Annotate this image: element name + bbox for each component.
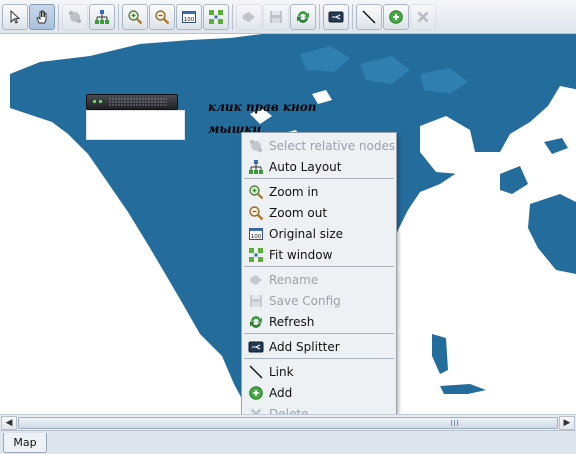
zoom-in-button[interactable] <box>122 3 148 30</box>
context-menu: Select relative nodes Auto Layout Zoom i… <box>241 132 397 424</box>
splitter-icon <box>328 11 344 22</box>
menu-item-save-config[interactable]: Save Config <box>243 290 395 311</box>
pan-tool-button[interactable] <box>29 3 55 30</box>
fit-window-icon <box>249 247 263 262</box>
zoom-out-icon <box>155 9 170 24</box>
menu-item-zoom-in[interactable]: Zoom in <box>243 181 395 202</box>
menu-item-add[interactable]: Add <box>243 382 395 403</box>
menu-item-original-size[interactable]: 100 Original size <box>243 223 395 244</box>
menu-item-fit-window[interactable]: Fit window <box>243 244 395 265</box>
toolbar-separator <box>232 3 233 30</box>
menu-item-add-splitter[interactable]: Add Splitter <box>243 336 395 357</box>
menu-item-label: Auto Layout <box>269 159 342 174</box>
rename-button[interactable] <box>236 3 262 30</box>
auto-layout-button[interactable] <box>89 3 115 30</box>
add-button[interactable] <box>383 3 409 30</box>
add-icon <box>249 385 263 400</box>
fit-window-button[interactable] <box>203 3 229 30</box>
menu-item-rename[interactable]: Rename <box>243 269 395 290</box>
menu-item-label: Fit window <box>269 247 333 262</box>
bottom-tab-bar: Map <box>0 430 576 454</box>
device-label <box>86 110 185 140</box>
original-size-icon: 100 <box>182 10 196 23</box>
menu-item-label: Refresh <box>269 314 315 329</box>
scrollbar-thumb[interactable] <box>18 417 558 429</box>
save-config-button[interactable] <box>263 3 289 30</box>
refresh-icon <box>250 315 262 328</box>
rename-icon <box>243 11 255 22</box>
menu-item-label: Save Config <box>269 293 341 308</box>
select-relative-nodes-button[interactable] <box>62 3 88 30</box>
toolbar-separator <box>352 3 353 30</box>
arrow-pointer-icon <box>10 9 21 24</box>
menu-item-label: Link <box>269 364 294 379</box>
save-icon <box>250 294 262 307</box>
relative-nodes-icon <box>68 10 82 23</box>
toolbar-separator <box>58 3 59 30</box>
save-icon <box>270 10 282 23</box>
tab-map[interactable]: Map <box>3 433 47 453</box>
menu-item-label: Original size <box>269 226 344 241</box>
refresh-button[interactable] <box>290 3 316 30</box>
menu-item-label: Zoom in <box>269 184 319 199</box>
original-size-icon: 100 <box>249 227 263 240</box>
fit-window-icon <box>209 9 223 24</box>
menu-separator <box>244 333 394 334</box>
zoom-out-icon <box>249 205 264 220</box>
network-device-node[interactable] <box>86 94 185 140</box>
tree-layout-icon <box>249 159 263 174</box>
select-tool-button[interactable] <box>2 3 28 30</box>
toolbar-separator <box>319 3 320 30</box>
zoom-in-icon <box>249 184 264 199</box>
menu-item-label: Select relative nodes <box>269 138 396 153</box>
menu-item-label: Zoom out <box>269 205 328 220</box>
menu-item-label: Add <box>269 385 293 400</box>
refresh-icon <box>297 10 309 23</box>
svg-text:100: 100 <box>251 234 262 240</box>
menu-separator <box>244 358 394 359</box>
original-size-button[interactable]: 100 <box>176 3 202 30</box>
relative-nodes-icon <box>249 139 263 152</box>
horizontal-scrollbar[interactable]: ◀ ▶ <box>0 414 576 430</box>
link-line-icon <box>362 10 376 23</box>
splitter-icon <box>248 341 264 352</box>
hand-icon <box>36 10 47 23</box>
delete-icon <box>417 11 429 22</box>
rename-icon <box>250 274 262 285</box>
scroll-right-arrow-icon[interactable]: ▶ <box>559 416 575 430</box>
scrollbar-grip <box>451 420 459 426</box>
menu-separator <box>244 178 394 179</box>
menu-separator <box>244 266 394 267</box>
zoom-out-button[interactable] <box>149 3 175 30</box>
scroll-left-arrow-icon[interactable]: ◀ <box>1 416 17 430</box>
svg-text:100: 100 <box>184 17 195 23</box>
add-splitter-button[interactable] <box>323 3 349 30</box>
tree-layout-icon <box>95 9 109 24</box>
link-button[interactable] <box>356 3 382 30</box>
menu-item-link[interactable]: Link <box>243 361 395 382</box>
menu-item-refresh[interactable]: Refresh <box>243 311 395 332</box>
zoom-in-icon <box>128 9 143 24</box>
add-icon <box>389 9 403 24</box>
delete-button[interactable] <box>410 3 436 30</box>
menu-item-label: Rename <box>269 272 319 287</box>
menu-item-zoom-out[interactable]: Zoom out <box>243 202 395 223</box>
toolbar: 100 <box>0 0 576 34</box>
menu-item-select-relative-nodes[interactable]: Select relative nodes <box>243 135 395 156</box>
toolbar-separator <box>118 3 119 30</box>
menu-item-auto-layout[interactable]: Auto Layout <box>243 156 395 177</box>
switch-icon <box>86 94 178 110</box>
link-line-icon <box>249 365 263 378</box>
menu-item-label: Add Splitter <box>269 339 340 354</box>
